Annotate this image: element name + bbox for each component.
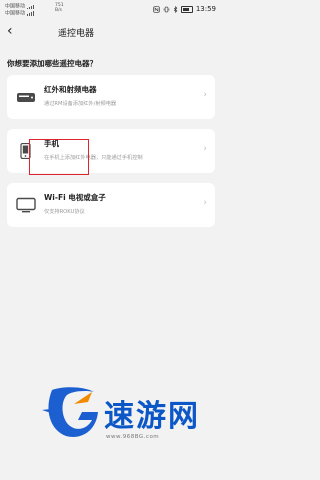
option-description: 仅支持ROKU协议 xyxy=(44,209,85,215)
signal-icon xyxy=(27,3,35,9)
net-speed: 751 B/s xyxy=(55,3,64,13)
section-question: 你想要添加哪些遥控电器？ xyxy=(7,59,97,68)
chevron-right-icon: › xyxy=(203,90,207,100)
watermark-url: www.968BG.com xyxy=(106,434,160,440)
bluetooth-icon xyxy=(173,5,178,13)
ir-remote-device-icon xyxy=(16,89,36,109)
back-arrow-icon[interactable]: ‹ xyxy=(7,23,13,39)
status-bar: 中国移动 中国移动 751 B/s 13:59 xyxy=(0,0,222,22)
clock: 13:59 xyxy=(195,5,216,13)
status-right: 13:59 xyxy=(153,5,216,13)
net-speed-unit: B/s xyxy=(55,8,62,13)
carrier-2-label: 中国移动 xyxy=(5,10,26,16)
option-ir-rf-appliances[interactable]: 红外和射频电器 通过RM设备添加红外/射频电器 › xyxy=(7,75,215,119)
option-label: Wi-Fi 电视或盒子 xyxy=(44,193,106,202)
app-header: ‹ 遥控电器 xyxy=(0,22,222,44)
vibrate-icon xyxy=(163,6,170,12)
carrier-1-label: 中国移动 xyxy=(5,3,26,10)
option-wifi-tv-box[interactable]: Wi-Fi 电视或盒子 仅支持ROKU协议 › xyxy=(7,183,215,227)
carrier-info: 中国移动 中国移动 xyxy=(5,3,35,16)
option-description: 通过RM设备添加红外/射频电器 xyxy=(44,101,117,107)
signal-icon xyxy=(27,10,35,16)
tv-icon xyxy=(16,197,36,217)
nfc-icon xyxy=(153,5,160,13)
gesture-bar xyxy=(0,470,222,480)
battery-icon xyxy=(180,5,193,13)
chevron-right-icon: › xyxy=(203,198,207,208)
watermark-text: 速游网 xyxy=(104,399,200,434)
option-label: 红外和射频电器 xyxy=(44,85,97,94)
highlight-box xyxy=(29,139,89,175)
chevron-right-icon: › xyxy=(203,144,207,154)
watermark-logo xyxy=(40,380,104,448)
page-title: 遥控电器 xyxy=(58,29,95,39)
